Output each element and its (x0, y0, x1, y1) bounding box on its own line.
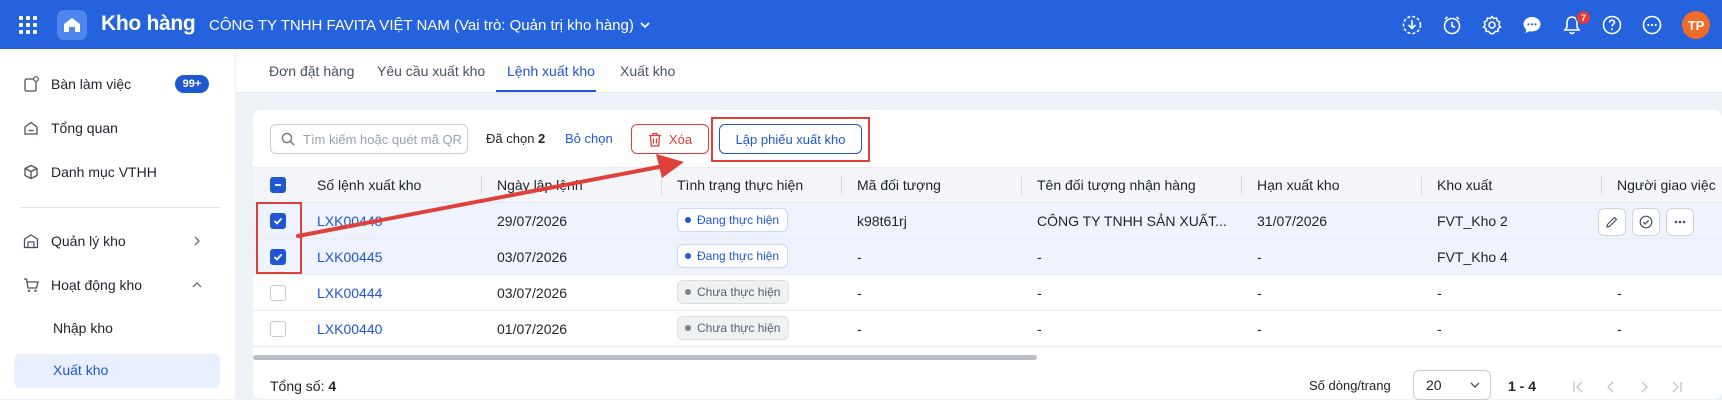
annotation-arrow (296, 154, 684, 238)
prev-page-icon[interactable] (1604, 380, 1618, 394)
rows-per-page-select[interactable]: 20 (1413, 370, 1491, 400)
rows-per-page-label: Số dòng/trang (1309, 378, 1391, 393)
last-page-icon[interactable] (1670, 380, 1684, 394)
chevron-down-icon (1470, 382, 1480, 388)
first-page-icon[interactable] (1571, 380, 1585, 394)
rows-per-page-value: 20 (1426, 377, 1442, 393)
next-page-icon[interactable] (1637, 380, 1651, 394)
page-range: 1 - 4 (1508, 378, 1537, 394)
total-label: Tổng số: (270, 378, 325, 394)
total-value: 4 (328, 378, 337, 394)
total-count: Tổng số: 4 (270, 378, 336, 394)
